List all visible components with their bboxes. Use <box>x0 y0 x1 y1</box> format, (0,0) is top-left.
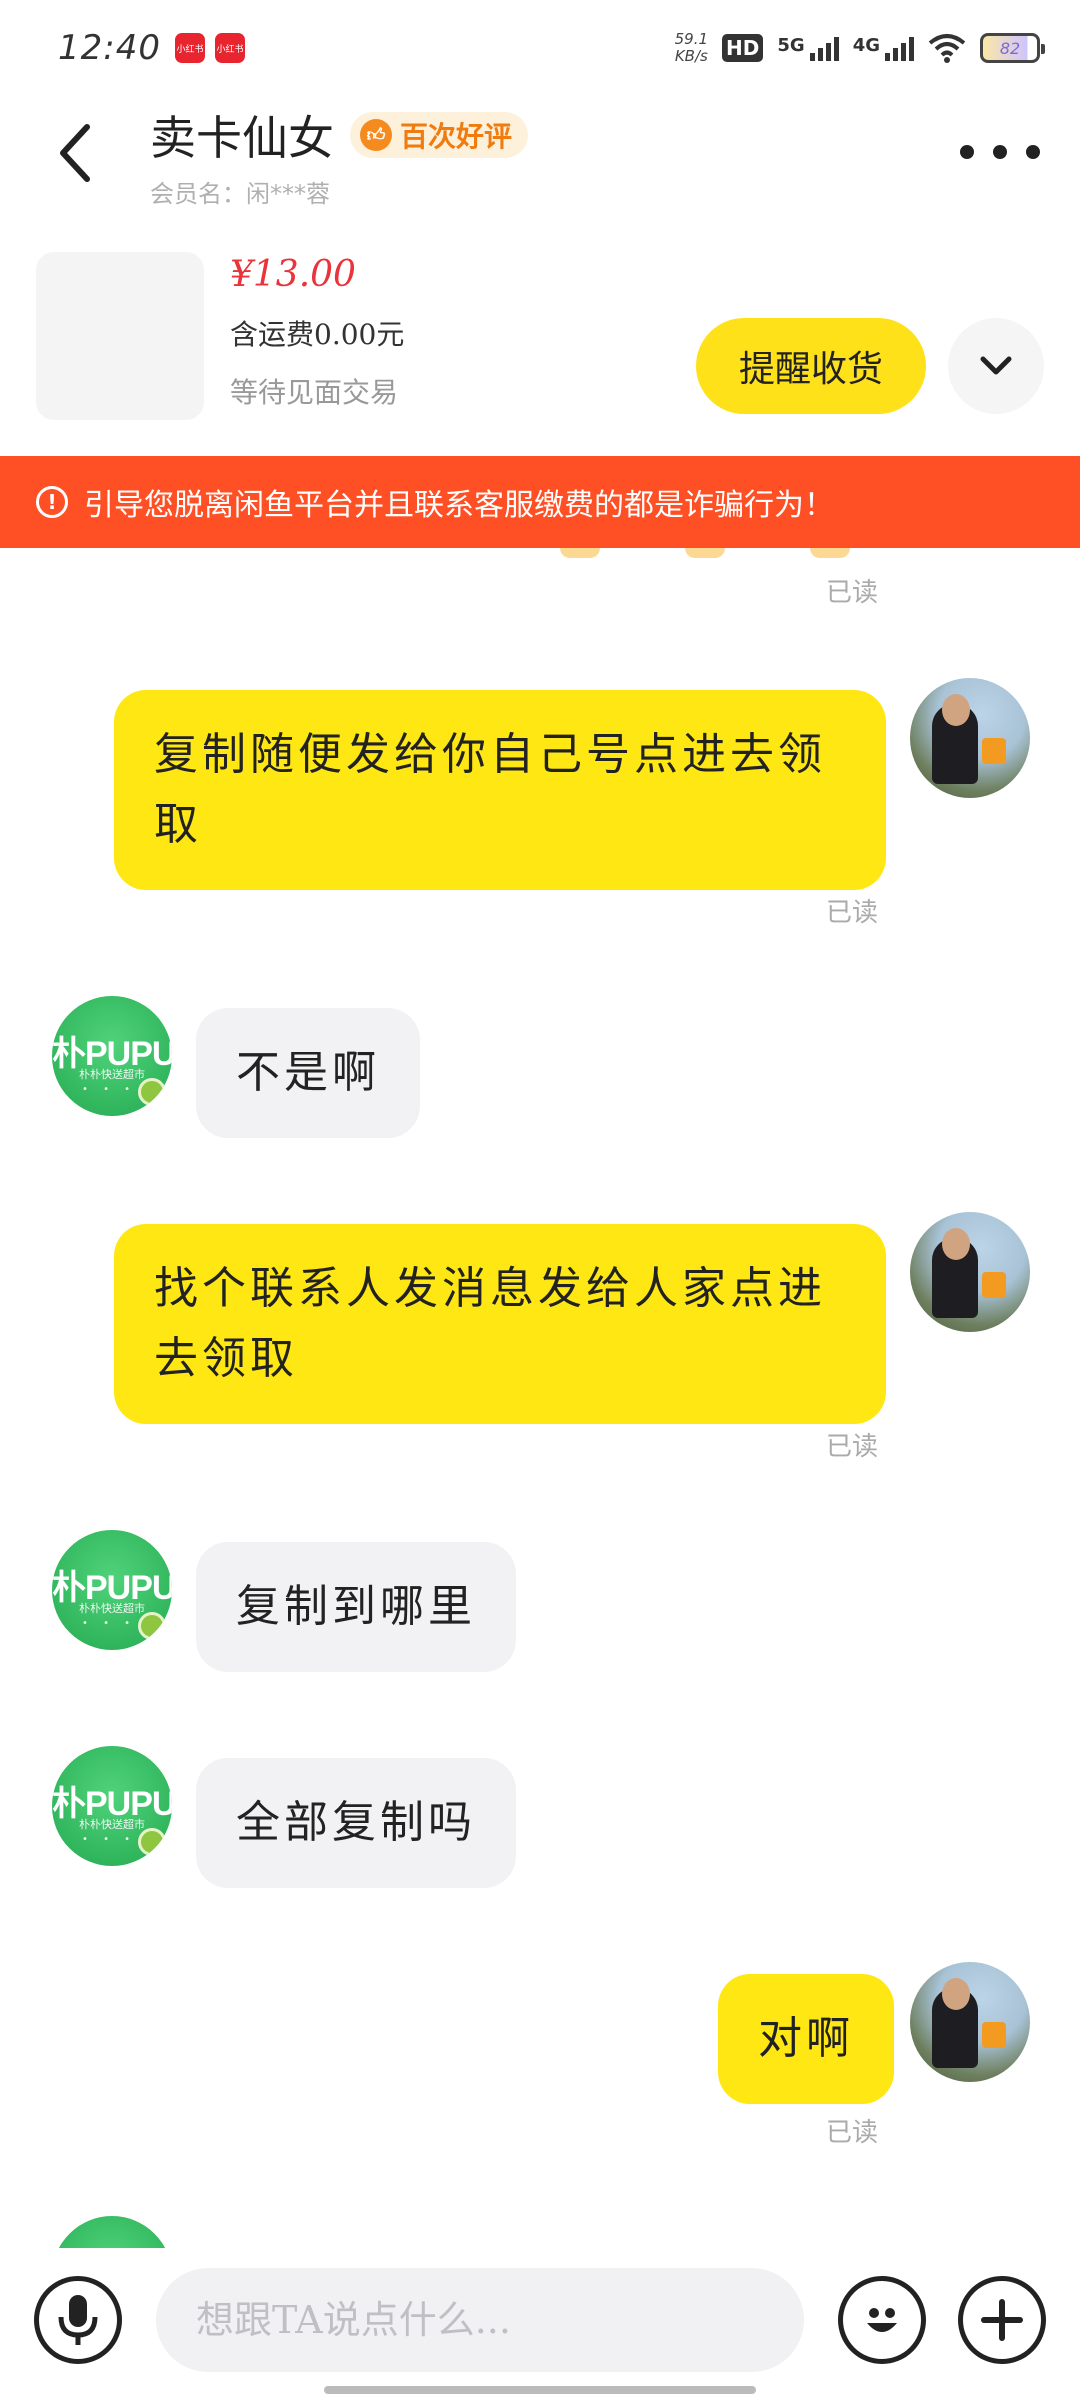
signal-5g-icon: 5G <box>777 35 839 61</box>
emoji-button[interactable] <box>838 2276 926 2364</box>
shipping-fee: 含运费0.00元 <box>230 318 405 351</box>
message-bubble-sent[interactable]: 找个联系人发消息发给人家点进去领取 <box>114 1224 886 1424</box>
fraud-warning-banner: ! 引导您脱离闲鱼平台并且联系客服缴费的都是诈骗行为！ <box>0 456 1080 548</box>
more-icon <box>960 145 974 159</box>
seller-avatar[interactable] <box>52 2216 172 2248</box>
title-block: 卖卡仙女 👍︎ 百次好评 会员名：闲***蓉 <box>150 102 529 209</box>
chevron-down-icon <box>980 356 1012 375</box>
status-indicators: 59.1 KB/s HD 5G 4G 82 <box>675 31 1045 65</box>
warning-text: 引导您脱离闲鱼平台并且联系客服缴费的都是诈骗行为！ <box>84 488 834 523</box>
signal-4g-label: 4G <box>852 35 880 56</box>
read-receipt: 已读 <box>826 578 879 608</box>
network-speed: 59.1 KB/s <box>675 31 708 65</box>
network-speed-unit: KB/s <box>674 47 708 65</box>
remind-receipt-button[interactable]: 提醒收货 <box>696 318 926 414</box>
emoji-icon <box>867 2308 897 2332</box>
my-avatar[interactable] <box>910 1962 1030 2082</box>
voice-button[interactable] <box>34 2276 122 2364</box>
message-input[interactable] <box>156 2268 804 2372</box>
input-bar <box>0 2248 1080 2400</box>
seller-avatar[interactable]: 朴PUPU 朴朴快送超市 • • • <box>52 996 172 1116</box>
back-arrow-icon <box>60 124 90 182</box>
seller-name[interactable]: 卖卡仙女 <box>150 102 334 168</box>
my-avatar[interactable] <box>910 678 1030 798</box>
back-button[interactable] <box>40 118 110 188</box>
product-thumbnail[interactable] <box>36 252 204 420</box>
seller-avatar[interactable]: 朴PUPU 朴朴快送超市 • • • <box>52 1530 172 1650</box>
message-bubble-sent[interactable]: 复制随便发给你自己号点进去领取 <box>114 690 886 890</box>
more-actions-button[interactable] <box>958 2276 1046 2364</box>
seller-avatar[interactable]: 朴PUPU 朴朴快送超市 • • • <box>52 1746 172 1866</box>
network-speed-value: 59.1 <box>674 30 709 48</box>
rating-badge-label: 百次好评 <box>400 120 513 153</box>
message-bubble-received[interactable]: 全部复制吗 <box>196 1758 516 1888</box>
more-button[interactable] <box>960 132 1040 172</box>
thumbs-up-icon: 👍︎ <box>360 119 392 151</box>
signal-5g-label: 5G <box>777 35 805 56</box>
home-indicator[interactable] <box>324 2386 756 2394</box>
message-bubble-sent[interactable]: 对啊 <box>718 1974 894 2104</box>
battery-icon: 82 <box>980 33 1045 63</box>
my-avatar[interactable] <box>910 1212 1030 1332</box>
warning-icon: ! <box>36 486 68 518</box>
read-receipt: 已读 <box>826 1432 879 1462</box>
product-card[interactable]: ¥13.00 含运费0.00元 等待见面交易 提醒收货 <box>0 240 1080 430</box>
product-price: ¥13.00 <box>230 254 356 295</box>
battery-level: 82 <box>999 38 1021 58</box>
expand-button[interactable] <box>948 318 1044 414</box>
wifi-icon <box>928 34 966 63</box>
microphone-icon <box>58 2295 98 2345</box>
message-bubble-received[interactable]: 复制到哪里 <box>196 1542 516 1672</box>
product-info: ¥13.00 含运费0.00元 等待见面交易 <box>230 254 404 411</box>
notification-badge-icon: 小红书 <box>174 33 205 63</box>
chat-area[interactable]: 已读 复制随便发给你自己号点进去领取 已读 朴PUPU 朴朴快送超市 • • •… <box>0 548 1080 2248</box>
read-receipt: 已读 <box>826 2118 879 2148</box>
plus-icon <box>981 2299 1023 2341</box>
rating-badge[interactable]: 👍︎ 百次好评 <box>350 112 529 158</box>
order-status: 等待见面交易 <box>230 376 399 409</box>
previous-message-edge <box>560 548 850 560</box>
chat-header: 卖卡仙女 👍︎ 百次好评 会员名：闲***蓉 <box>0 96 1080 216</box>
signal-4g-icon: 4G <box>853 35 914 61</box>
read-receipt: 已读 <box>826 898 879 928</box>
member-name: 会员名：闲***蓉 <box>150 180 330 208</box>
status-bar: 12:40 小红书 小红书 59.1 KB/s HD 5G 4G 82 <box>0 0 1080 96</box>
hd-icon: HD <box>722 34 764 62</box>
status-time: 12:40 <box>58 28 161 68</box>
message-bubble-received[interactable]: 不是啊 <box>196 1008 420 1138</box>
notification-badge-icon: 小红书 <box>214 33 245 63</box>
